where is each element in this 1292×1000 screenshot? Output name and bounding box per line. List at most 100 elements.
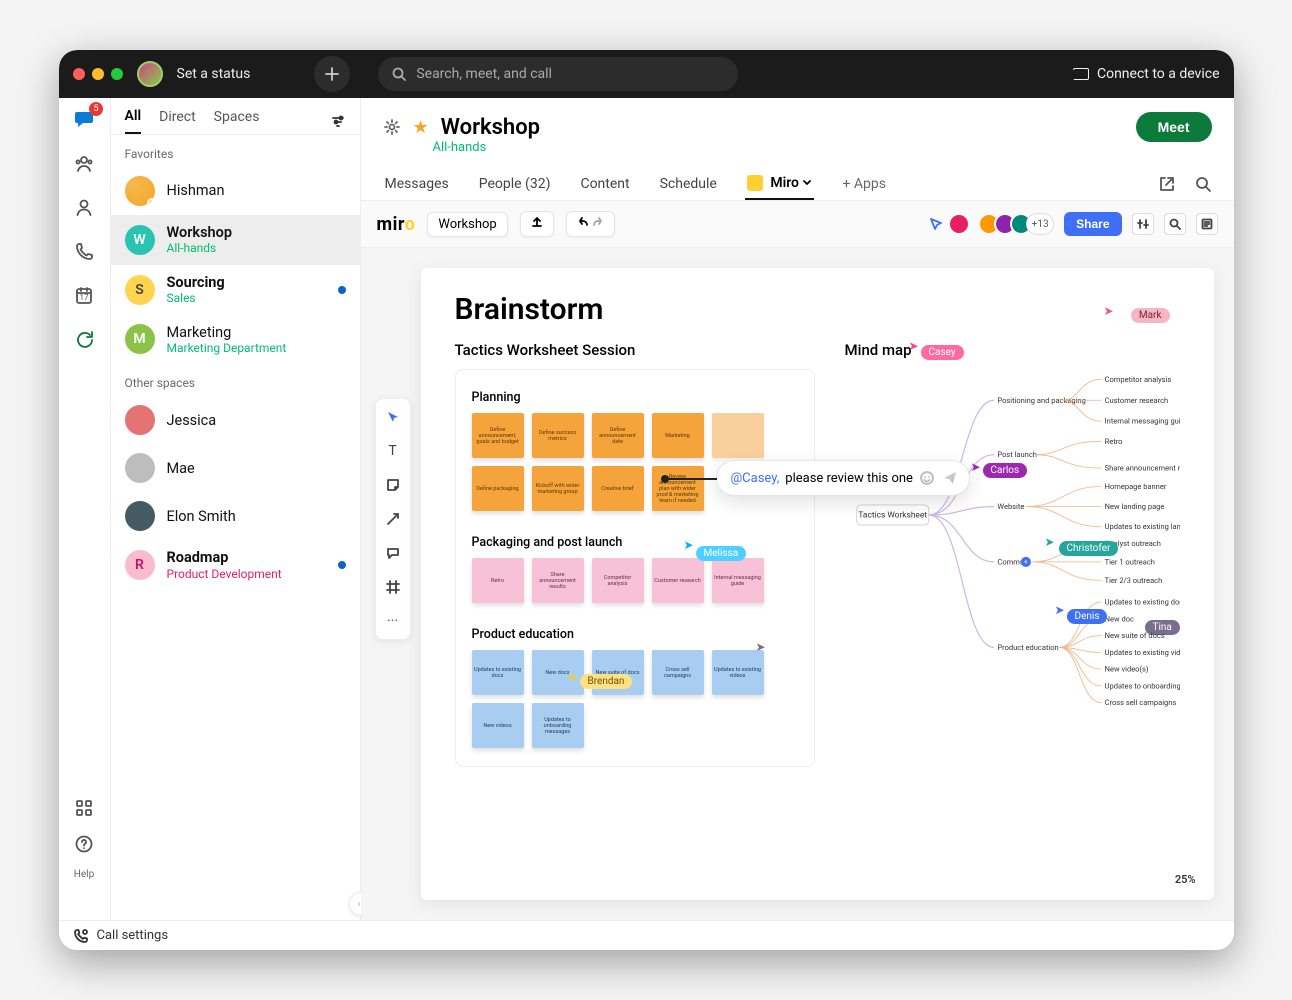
nav-contacts[interactable] (73, 196, 95, 218)
space-subtitle[interactable]: All-hands (361, 140, 1234, 161)
tab-add-apps[interactable]: + Apps (840, 168, 888, 200)
board-search-icon[interactable] (1164, 213, 1186, 235)
mm-leaf: New doc (1104, 615, 1133, 624)
tool-select[interactable] (383, 407, 403, 427)
nav-refresh[interactable] (73, 328, 95, 350)
tab-people[interactable]: People (32) (477, 168, 553, 200)
board-name-chip[interactable]: Workshop (427, 212, 507, 237)
connect-device-label: Connect to a device (1097, 66, 1220, 82)
comment-icon (386, 546, 400, 560)
cursor-label-denis: Denis (1067, 609, 1108, 624)
sticky-note[interactable]: Creative brief (592, 466, 644, 511)
nav-meetings[interactable]: 17 (73, 284, 95, 306)
sidebar-item-marketing[interactable]: M Marketing Marketing Department (111, 315, 360, 365)
grid-icon (75, 799, 93, 817)
meet-button[interactable]: Meet (1136, 112, 1212, 142)
tool-line[interactable] (383, 509, 403, 529)
item-name: Hishman (167, 182, 225, 199)
sticky-note[interactable]: Customer research (652, 558, 704, 603)
inline-comment[interactable]: @Casey, please review this one (716, 460, 970, 496)
tab-all[interactable]: All (125, 108, 142, 134)
status-button[interactable]: Set a status (177, 66, 251, 82)
sticky-note[interactable]: Updates to existing videos (712, 650, 764, 695)
tool-comment[interactable] (383, 543, 403, 563)
favorite-star-icon[interactable]: ★ (413, 117, 429, 138)
nav-teams[interactable] (73, 152, 95, 174)
pop-out-icon[interactable] (1158, 175, 1176, 193)
close-icon[interactable] (73, 68, 85, 80)
nav-rail: 5 17 (59, 98, 111, 920)
search-icon (392, 67, 406, 81)
send-icon[interactable] (941, 469, 959, 487)
connect-device-button[interactable]: Connect to a device (1073, 66, 1220, 82)
miro-canvas[interactable]: Brainstorm ➤ Mark Tactics Worksheet Sess… (421, 268, 1214, 900)
minimize-icon[interactable] (92, 68, 104, 80)
tab-messages[interactable]: Messages (383, 168, 451, 200)
sticky-note[interactable]: Review announcement plan with wider prod… (652, 466, 704, 511)
sticky-note[interactable]: New videos (472, 703, 524, 748)
nav-help[interactable] (73, 833, 95, 855)
settings-sliders-icon[interactable] (1132, 213, 1154, 235)
maximize-icon[interactable] (111, 68, 123, 80)
person-icon (74, 197, 94, 217)
sticky-note[interactable]: Cross sell campaigns (652, 650, 704, 695)
mindmap[interactable]: Tactics Worksheet (845, 335, 1180, 767)
sticky-note[interactable]: Internal messaging guide (712, 558, 764, 603)
sticky-note[interactable]: Define announcement, goals and budget (472, 413, 524, 458)
cursor-presence-icon[interactable] (928, 216, 944, 232)
collaborator-avatars[interactable]: +13 (954, 213, 1054, 235)
zoom-indicator[interactable]: 25% (1175, 873, 1196, 886)
tab-miro[interactable]: Miro (745, 167, 815, 200)
sticky-note[interactable]: Define success metrics (532, 413, 584, 458)
cursor-tina-icon: ➤ (756, 640, 766, 654)
export-button[interactable] (520, 211, 554, 237)
global-search[interactable]: Search, meet, and call (378, 57, 738, 91)
undo-redo[interactable] (566, 211, 615, 237)
sticky-note[interactable]: Retro (472, 558, 524, 603)
tool-sticky[interactable] (383, 475, 403, 495)
sidebar-item-workshop[interactable]: W Workshop All-hands (111, 215, 360, 265)
tool-text[interactable]: T (383, 441, 403, 461)
sidebar-item-sourcing[interactable]: S Sourcing Sales (111, 265, 360, 315)
window-controls[interactable] (73, 68, 123, 80)
mm-leaf: Updates to onboarding messag (1104, 682, 1179, 691)
item-name: Jessica (167, 412, 217, 429)
help-label: Help (74, 869, 94, 880)
sticky-note[interactable]: Define announcement date (592, 413, 644, 458)
sticky-note[interactable]: Marketing (652, 413, 704, 458)
emoji-icon[interactable] (919, 470, 935, 486)
sidebar-item-elon[interactable]: Elon Smith (111, 492, 360, 540)
new-button[interactable] (314, 56, 350, 92)
tab-schedule[interactable]: Schedule (658, 168, 719, 200)
sticky-note[interactable]: Share announcement results (532, 558, 584, 603)
sticky-note[interactable]: Kickoff with wider marketing group (532, 466, 584, 511)
call-settings-label[interactable]: Call settings (97, 928, 169, 943)
tool-frame[interactable] (383, 577, 403, 597)
nav-apps[interactable] (73, 797, 95, 819)
activity-icon[interactable] (1196, 213, 1218, 235)
tool-more[interactable]: ··· (383, 611, 403, 631)
sidebar-item-roadmap[interactable]: R Roadmap Product Development (111, 540, 360, 590)
nav-calling[interactable] (73, 240, 95, 262)
filter-icon[interactable] (330, 113, 346, 129)
cursor-christofer-icon: ➤ (1045, 535, 1055, 549)
sticky-note[interactable]: Competitor analysis (592, 558, 644, 603)
call-settings-icon[interactable] (73, 928, 89, 944)
sidebar-item-jessica[interactable]: Jessica (111, 396, 360, 444)
sticky-note[interactable]: Updates to existing docs (472, 650, 524, 695)
user-avatar[interactable] (137, 61, 163, 87)
sticky-note[interactable]: Updates to onboarding messages (532, 703, 584, 748)
sidebar-item-mae[interactable]: Mae (111, 444, 360, 492)
search-space-icon[interactable] (1194, 175, 1212, 193)
sticky-note[interactable]: Define packaging (472, 466, 524, 511)
sidebar-item-hishman[interactable]: Hishman (111, 167, 360, 215)
tab-content[interactable]: Content (578, 168, 631, 200)
avatar (125, 176, 155, 206)
tab-direct[interactable]: Direct (159, 109, 196, 133)
nav-messaging[interactable]: 5 (73, 108, 95, 130)
tab-spaces[interactable]: Spaces (214, 109, 260, 133)
gear-icon[interactable] (383, 118, 401, 136)
sticky-note[interactable] (712, 413, 764, 458)
miro-toolbar: miro Workshop +13 (361, 201, 1234, 248)
share-button[interactable]: Share (1064, 212, 1121, 236)
